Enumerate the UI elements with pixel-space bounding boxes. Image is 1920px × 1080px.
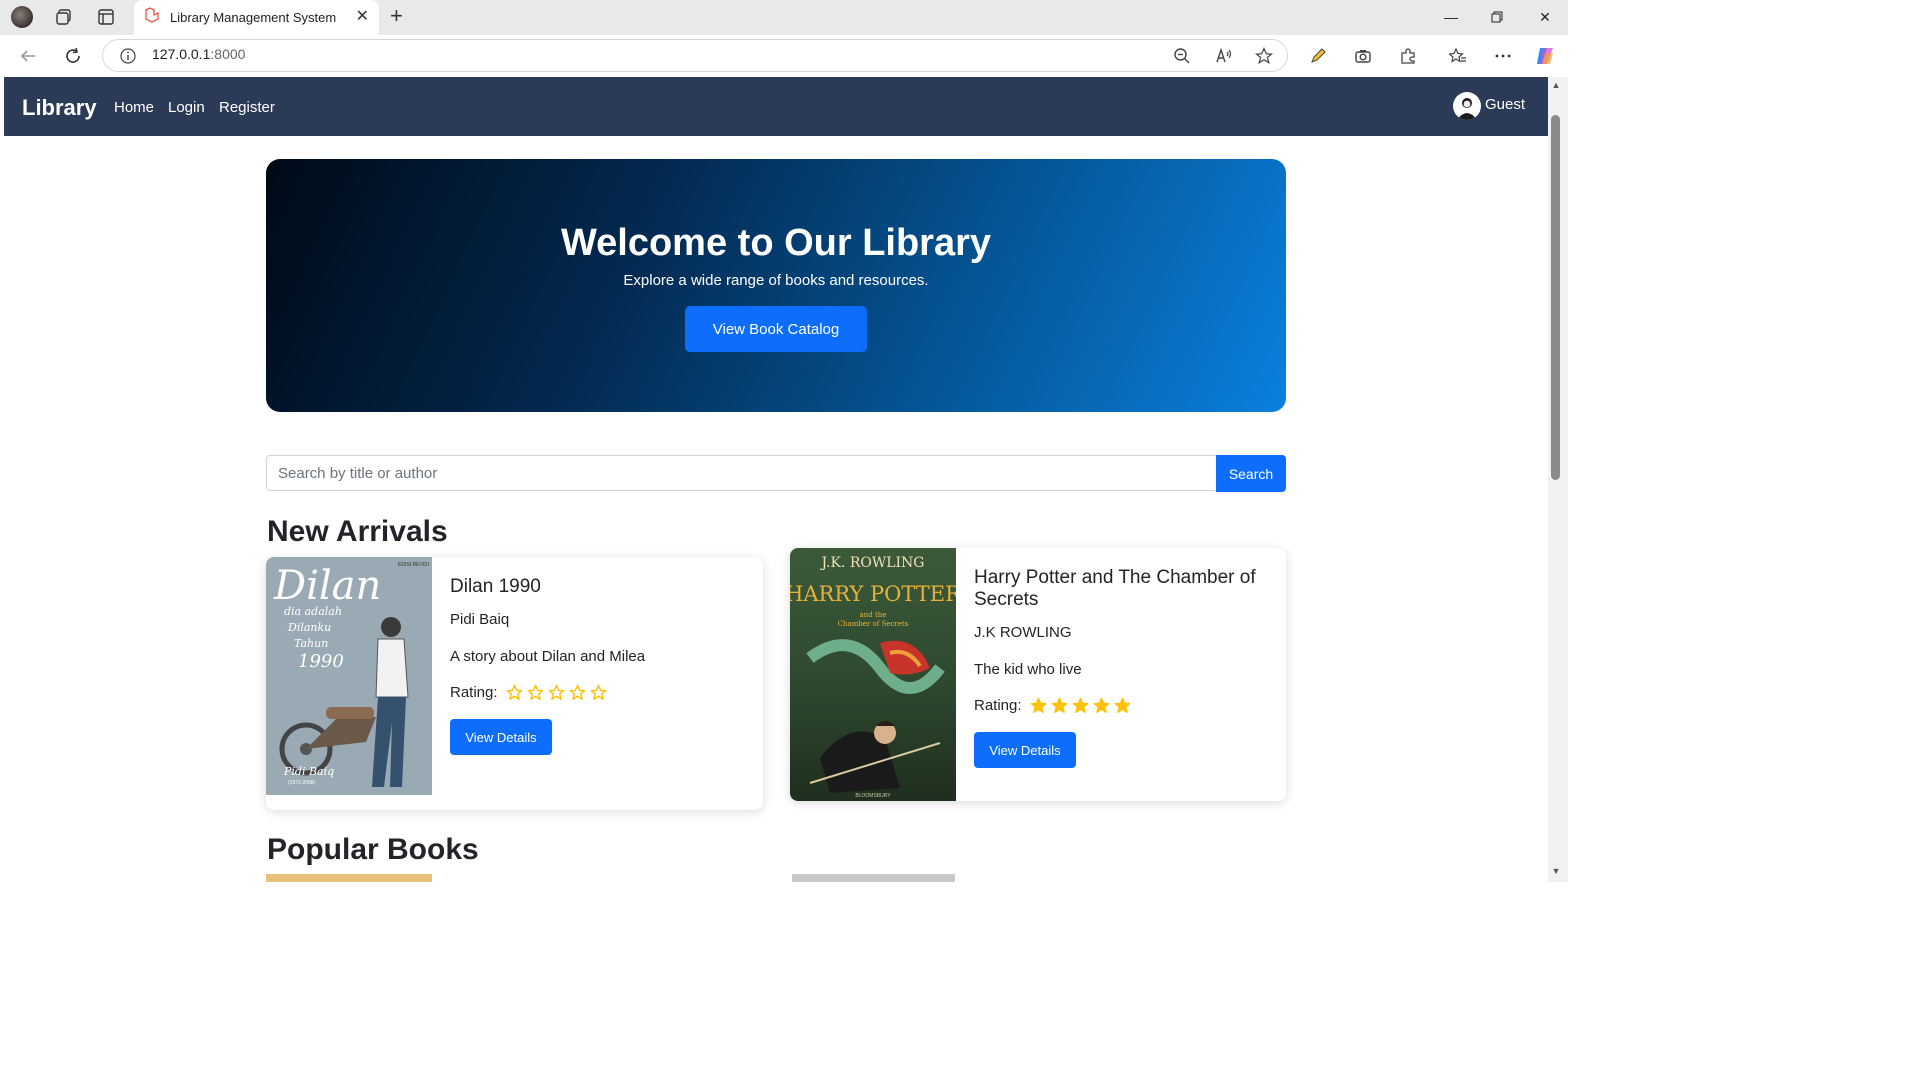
close-tab-icon[interactable]: ✕	[356, 9, 369, 25]
tab-title: Library Management System	[170, 10, 337, 25]
book-cover-harry-potter[interactable]: J.K. ROWLING HARRY POTTER and the Chambe…	[790, 548, 962, 801]
hero-subtitle: Explore a wide range of books and resour…	[623, 272, 929, 289]
view-details-button[interactable]: View Details	[450, 719, 552, 755]
book-author: Pidi Baiq	[450, 611, 510, 628]
user-avatar[interactable]	[1453, 92, 1481, 120]
read-aloud-icon[interactable]	[1212, 44, 1236, 68]
url-field[interactable]	[102, 39, 1288, 72]
url-text[interactable]: 127.0.0.1:8000	[152, 46, 245, 62]
brand-logo[interactable]: Library	[22, 95, 97, 121]
svg-text:EDISI REVISI: EDISI REVISI	[398, 562, 429, 568]
star-outline-icon	[506, 684, 523, 701]
svg-text:and the: and the	[860, 611, 887, 619]
back-icon[interactable]	[16, 44, 40, 68]
cover-title: Dilan	[273, 563, 381, 609]
copilot-icon[interactable]	[1533, 44, 1557, 68]
book-cover-dilan[interactable]: Dilan EDISI REVISI dia adalah Dilanku Ta…	[266, 557, 432, 795]
user-name[interactable]: Guest	[1485, 96, 1525, 113]
laravel-favicon-icon	[144, 7, 160, 28]
zoom-out-icon[interactable]	[1170, 44, 1194, 68]
extensions-puzzle-icon[interactable]	[1396, 44, 1420, 68]
scroll-down-arrow-icon[interactable]: ▼	[1550, 866, 1562, 876]
new-tab-icon[interactable]: +	[390, 5, 403, 27]
cover-title: HARRY POTTER	[790, 582, 956, 606]
more-menu-icon[interactable]	[1491, 44, 1515, 68]
book-author: J.K ROWLING	[974, 624, 1072, 641]
rating-stars	[1026, 697, 1131, 714]
svg-text:BLOOMSBURY: BLOOMSBURY	[855, 793, 891, 799]
favorite-star-icon[interactable]	[1252, 44, 1276, 68]
svg-text:dia adalah: dia adalah	[284, 605, 342, 618]
book-description: The kid who live	[974, 661, 1082, 678]
book-description: A story about Dilan and Milea	[450, 648, 646, 665]
star-outline-icon	[527, 684, 544, 701]
scroll-up-arrow-icon[interactable]: ▲	[1550, 80, 1562, 90]
svg-text:1990: 1990	[298, 651, 344, 672]
vertical-tabs-icon[interactable]	[94, 6, 118, 28]
book-rating: Rating:	[450, 684, 607, 701]
profile-icon[interactable]	[10, 6, 34, 28]
star-filled-icon	[1030, 697, 1047, 714]
star-filled-icon	[1072, 697, 1089, 714]
browser-tab[interactable]: Library Management System ✕	[134, 0, 379, 35]
minimize-icon[interactable]: —	[1436, 6, 1466, 28]
book-title[interactable]: Harry Potter and The Chamber of Secrets	[974, 567, 1274, 611]
star-outline-icon	[569, 684, 586, 701]
restore-icon[interactable]	[1482, 6, 1512, 28]
site-info-icon[interactable]	[116, 44, 140, 68]
new-arrivals-heading: New Arrivals	[267, 515, 448, 548]
screenshot-camera-icon[interactable]	[1351, 44, 1375, 68]
svg-text:Chamber of Secrets: Chamber of Secrets	[838, 620, 909, 628]
rating-stars	[502, 684, 607, 701]
star-outline-icon	[548, 684, 565, 701]
rating-label: Rating:	[450, 684, 498, 701]
nav-link-home[interactable]: Home	[114, 99, 154, 116]
close-window-icon[interactable]: ✕	[1530, 6, 1560, 28]
collections-icon[interactable]	[52, 6, 76, 28]
scroll-thumb[interactable]	[1551, 115, 1560, 480]
rating-label: Rating:	[974, 697, 1022, 714]
book-card: Dilan EDISI REVISI dia adalah Dilanku Ta…	[266, 557, 763, 810]
view-catalog-button[interactable]: View Book Catalog	[685, 306, 867, 352]
star-outline-icon	[590, 684, 607, 701]
refresh-icon[interactable]	[61, 44, 85, 68]
star-filled-icon	[1093, 697, 1110, 714]
search-button[interactable]: Search	[1216, 455, 1286, 492]
book-title[interactable]: Dilan 1990	[450, 576, 541, 598]
book-cover-peek[interactable]	[792, 874, 955, 882]
search-input[interactable]	[266, 455, 1217, 491]
popular-books-heading: Popular Books	[267, 833, 479, 866]
nav-link-login[interactable]: Login	[168, 99, 205, 116]
nav-link-register[interactable]: Register	[219, 99, 275, 116]
star-filled-icon	[1114, 697, 1131, 714]
svg-text:Tahun: Tahun	[294, 637, 328, 650]
svg-text:Pidi Baiq: Pidi Baiq	[283, 765, 334, 778]
book-card: J.K. ROWLING HARRY POTTER and the Chambe…	[790, 548, 1286, 801]
hero-title: Welcome to Our Library	[560, 222, 992, 264]
svg-text:Dilanku: Dilanku	[287, 621, 331, 634]
draw-pen-icon[interactable]	[1306, 44, 1330, 68]
view-details-button[interactable]: View Details	[974, 732, 1076, 768]
svg-text:J.K. ROWLING: J.K. ROWLING	[819, 555, 924, 571]
book-rating: Rating:	[974, 697, 1131, 714]
favorites-list-icon[interactable]	[1446, 44, 1470, 68]
star-filled-icon	[1051, 697, 1068, 714]
svg-text:(1972-2098): (1972-2098)	[288, 780, 316, 786]
book-cover-peek[interactable]	[266, 874, 432, 882]
